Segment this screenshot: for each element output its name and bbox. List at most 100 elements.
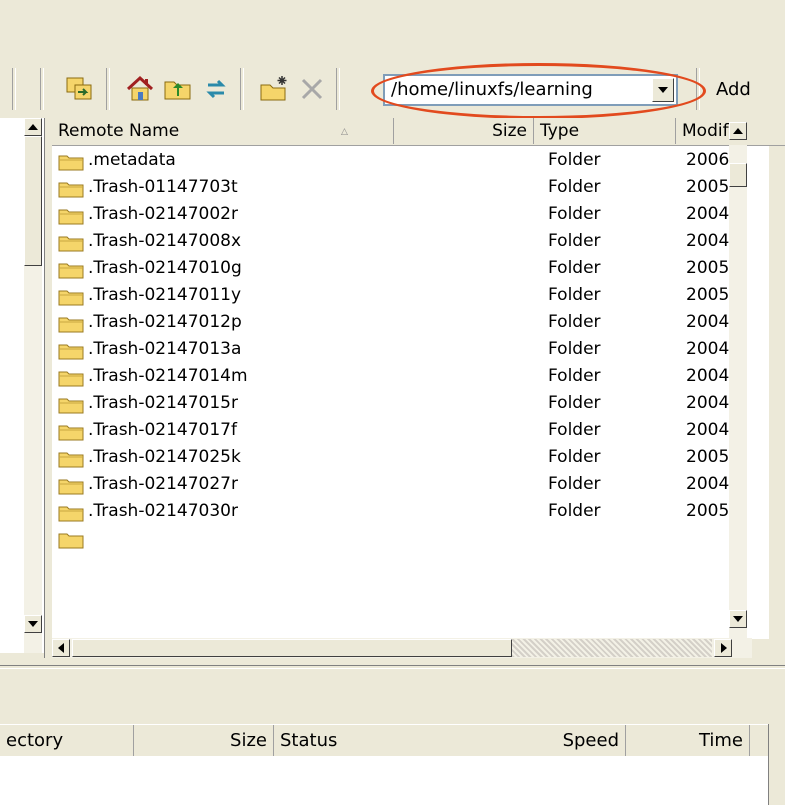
scroll-left-button[interactable] [52, 639, 70, 657]
remote-file-list: .metadata Folder 2006/ .Trash-01147703t Fold… [52, 118, 785, 658]
table-row[interactable]: .Trash-02147013a Folder 2004/ [52, 336, 769, 363]
remote-vertical-scrollbar[interactable] [729, 145, 747, 638]
folder-icon [58, 290, 84, 306]
file-modified: 2006/ [686, 150, 729, 170]
file-name: .Trash-02147002r [88, 204, 238, 224]
scroll-down-button[interactable] [24, 615, 42, 633]
new-folder-button[interactable] [258, 73, 290, 105]
delete-button[interactable] [296, 73, 328, 105]
queue-column-directory[interactable]: ectory [0, 725, 134, 756]
file-modified: 2005/ [686, 177, 729, 197]
folder-icon [58, 533, 84, 549]
table-row[interactable]: .Trash-02147017f Folder 2004/ [52, 417, 769, 444]
parent-folder-button[interactable] [162, 73, 194, 105]
table-row[interactable]: .Trash-02147027r Folder 2004/ [52, 471, 769, 498]
new-folder-icon [260, 76, 287, 101]
queue-column-speed[interactable]: Speed [354, 725, 626, 756]
table-row[interactable]: .Trash-02147014m Folder 2004/ [52, 363, 769, 390]
file-name: .metadata [88, 150, 176, 170]
table-row[interactable]: .Trash-01147703t Folder 2005/ [52, 174, 769, 201]
scroll-down-button[interactable] [729, 610, 747, 628]
file-type: Folder [548, 177, 601, 197]
delete-icon [301, 78, 323, 100]
table-row[interactable]: .Trash-02147011y Folder 2005/ [52, 282, 769, 309]
scroll-thumb[interactable] [72, 639, 512, 657]
home-button[interactable] [124, 73, 156, 105]
file-type: Folder [548, 366, 601, 386]
file-name: .Trash-02147012p [88, 312, 242, 332]
file-type: Folder [548, 312, 601, 332]
table-row[interactable]: .Trash-02147015r Folder 2004/ [52, 390, 769, 417]
refresh-icon [206, 79, 226, 99]
file-name: .Trash-02147030r [88, 501, 238, 521]
scroll-right-button[interactable] [714, 639, 732, 657]
toolbar-separator [336, 68, 340, 110]
table-row[interactable]: .Trash-02147012p Folder 2004/ [52, 309, 769, 336]
file-name: .Trash-02147015r [88, 393, 238, 413]
scroll-up-button[interactable] [729, 122, 747, 140]
folder-icon [58, 425, 84, 441]
table-row[interactable]: .metadata Folder 2006/ [52, 147, 769, 174]
folder-icon [58, 452, 84, 468]
file-type: Folder [548, 393, 601, 413]
table-row[interactable]: .Trash-02147030r Folder 2005/ [52, 498, 769, 525]
scroll-up-button[interactable] [24, 118, 42, 136]
toolbar-separator [12, 68, 16, 110]
file-type: Folder [548, 474, 601, 494]
refresh-button[interactable] [200, 73, 232, 105]
file-modified: 2004/ [686, 474, 729, 494]
local-vertical-scrollbar[interactable] [24, 118, 42, 653]
folder-icon [58, 182, 84, 198]
table-row[interactable]: .Trash-02147010g Folder 2005/ [52, 255, 769, 282]
folder-icon [58, 371, 84, 387]
column-header-type[interactable]: Type [534, 118, 676, 144]
file-modified: 2005/ [686, 447, 729, 467]
queue-scroll-edge [768, 724, 785, 805]
file-modified: 2004/ [686, 393, 729, 413]
table-row[interactable]: .Trash-02147008x Folder 2004/ [52, 228, 769, 255]
table-row-partial[interactable] [52, 525, 769, 552]
column-header-modified[interactable]: Modif [676, 118, 732, 144]
home-icon [126, 75, 154, 101]
toolbar-separator [106, 68, 110, 110]
table-row[interactable]: .Trash-02147025k Folder 2005/ [52, 444, 769, 471]
file-modified: 2004/ [686, 339, 729, 359]
panel-separator [0, 665, 785, 669]
queue-list-header: ectory Size Status Speed Time [0, 724, 768, 758]
file-name: .Trash-01147703t [88, 177, 238, 197]
file-name: .Trash-02147025k [88, 447, 241, 467]
copy-files-button[interactable] [64, 73, 96, 105]
file-modified: 2004/ [686, 420, 729, 440]
file-type: Folder [548, 420, 601, 440]
file-modified: 2005/ [686, 285, 729, 305]
remote-horizontal-scrollbar[interactable] [52, 638, 752, 658]
queue-column-time[interactable]: Time [626, 725, 750, 756]
file-modified: 2004/ [686, 366, 729, 386]
pane-splitter[interactable] [44, 118, 52, 658]
file-name: .Trash-02147010g [88, 258, 242, 278]
file-modified: 2005/ [686, 501, 729, 521]
file-type: Folder [548, 258, 601, 278]
folder-icon [58, 344, 84, 360]
file-type: Folder [548, 501, 601, 521]
scroll-thumb[interactable] [24, 136, 42, 266]
column-header-size[interactable]: Size [394, 118, 534, 144]
file-modified: 2004/ [686, 231, 729, 251]
highlight-oval [371, 63, 706, 119]
file-name: .Trash-02147008x [88, 231, 242, 251]
file-modified: 2005/ [686, 258, 729, 278]
file-type: Folder [548, 150, 601, 170]
file-name: .Trash-02147027r [88, 474, 238, 494]
scroll-thumb[interactable] [729, 163, 747, 187]
scroll-track[interactable] [512, 639, 712, 657]
add-button[interactable]: Add [716, 79, 751, 100]
file-name: .Trash-02147011y [88, 285, 242, 305]
remote-list-header: Remote Name △ Size Type Modif [52, 118, 785, 146]
folder-icon [58, 263, 84, 279]
file-name: .Trash-02147014m [88, 366, 248, 386]
queue-column-size[interactable]: Size [134, 725, 274, 756]
table-row[interactable]: .Trash-02147002r Folder 2004/ [52, 201, 769, 228]
local-pane-edge [0, 118, 44, 653]
file-type: Folder [548, 339, 601, 359]
toolbar-separator [40, 68, 44, 110]
